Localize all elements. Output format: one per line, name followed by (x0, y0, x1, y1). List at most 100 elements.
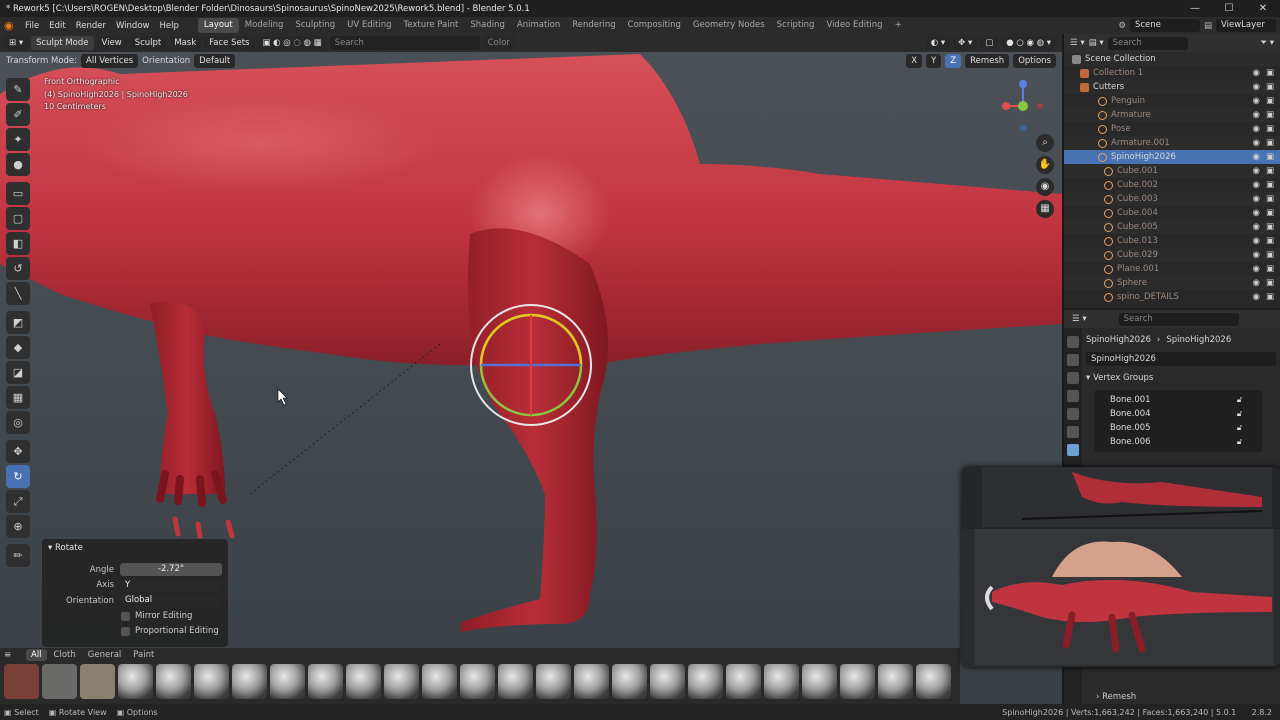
outliner-row[interactable]: Cube.001 ◉ ▣ (1064, 164, 1280, 178)
eye-icon[interactable]: ◉ (1253, 192, 1260, 206)
row-visibility-toggles[interactable]: ◉ ▣ (1253, 276, 1274, 290)
lock-icon[interactable]: 🔓︎ (1237, 407, 1242, 421)
orientation-select[interactable]: Default (194, 54, 236, 68)
grid-ortho-icon[interactable]: ▦ (1036, 200, 1054, 218)
eye-icon[interactable]: ◉ (1253, 178, 1260, 192)
camera-render-icon[interactable]: ▣ (1266, 122, 1274, 136)
brush-thumbnail[interactable] (422, 664, 457, 699)
outliner-row[interactable]: Penguin ◉ ▣ (1064, 94, 1280, 108)
shelf-tab-cloth[interactable]: Cloth (49, 649, 81, 661)
row-visibility-toggles[interactable]: ◉ ▣ (1253, 122, 1274, 136)
camera-render-icon[interactable]: ▣ (1266, 136, 1274, 150)
mask-icon[interactable]: ▭ (6, 182, 30, 205)
viewport-search[interactable]: Search (329, 36, 480, 50)
mesh-data-tab-icon[interactable] (1067, 444, 1079, 456)
eye-icon[interactable]: ◉ (1253, 234, 1260, 248)
brush-thumbnail[interactable] (384, 664, 419, 699)
options-button[interactable]: Options (1013, 54, 1056, 68)
annotate-tool-icon[interactable]: ✏ (6, 544, 30, 567)
eye-icon[interactable]: ◉ (1253, 248, 1260, 262)
brush-thumbnail[interactable] (80, 664, 115, 699)
maximize-button[interactable]: ☐ (1212, 0, 1246, 17)
vertex-group-item[interactable]: Bone.004 🔓︎ (1094, 407, 1262, 421)
transform-tool-icon[interactable]: ⊕ (6, 515, 30, 538)
menu-render[interactable]: Render (71, 21, 111, 31)
clay-brush-icon[interactable]: ✐ (6, 103, 30, 126)
brush-thumbnail[interactable] (688, 664, 723, 699)
outliner-filter-icon[interactable]: ▤ ▾ (1089, 38, 1104, 48)
output-tab-icon[interactable] (1067, 372, 1079, 384)
scene-collection-row[interactable]: Scene Collection (1064, 52, 1280, 66)
row-visibility-toggles[interactable]: ◉ ▣ (1253, 164, 1274, 178)
camera-render-icon[interactable]: ▣ (1266, 276, 1274, 290)
face-set-icon[interactable]: ◧ (6, 232, 30, 255)
gizmo-toggle[interactable]: ✥ ▾ (953, 36, 978, 50)
brush-thumbnail[interactable] (194, 664, 229, 699)
outliner-row[interactable]: Cube.029 ◉ ▣ (1064, 248, 1280, 262)
axis-y-toggle[interactable]: Y (926, 54, 942, 68)
redo-orientation-select[interactable]: Global (120, 594, 222, 607)
menu-help[interactable]: Help (154, 21, 183, 31)
camera-render-icon[interactable]: ▣ (1266, 94, 1274, 108)
close-button[interactable]: ✕ (1246, 0, 1280, 17)
mask-by-color-icon[interactable]: ◎ (6, 411, 30, 434)
view-layer-field[interactable]: ViewLayer (1216, 19, 1276, 32)
box-mask-icon[interactable]: ▢ (6, 207, 30, 230)
remesh-button[interactable]: Remesh (965, 54, 1010, 68)
outliner-row[interactable]: Armature ◉ ▣ (1064, 108, 1280, 122)
brush-thumbnail[interactable] (802, 664, 837, 699)
row-visibility-toggles[interactable]: ◉ ▣ (1253, 206, 1274, 220)
row-visibility-toggles[interactable]: ◉ ▣ (1253, 150, 1274, 164)
paint-brush-icon[interactable]: ● (6, 153, 30, 176)
menu-face-sets[interactable]: Face Sets (204, 36, 255, 50)
brush-thumbnail[interactable] (726, 664, 761, 699)
outliner-row[interactable]: Sphere ◉ ▣ (1064, 276, 1280, 290)
brush-thumbnail[interactable] (574, 664, 609, 699)
xray-toggle[interactable]: ▢ (980, 36, 999, 50)
outliner-row[interactable]: Cube.002 ◉ ▣ (1064, 178, 1280, 192)
menu-file[interactable]: File (20, 21, 44, 31)
eye-icon[interactable]: ◉ (1253, 276, 1260, 290)
angle-field[interactable]: -2.72° (120, 563, 222, 576)
row-visibility-toggles[interactable]: ◉ ▣ (1253, 192, 1274, 206)
3d-viewport[interactable]: ⊞ ▾ Sculpt Mode View Sculpt Mask Face Se… (0, 34, 1062, 704)
outliner-row[interactable]: Cutters ◉ ▣ (1064, 80, 1280, 94)
tool-tab-icon[interactable] (1067, 336, 1079, 348)
tab-rendering[interactable]: Rendering (566, 18, 621, 33)
zoom-icon[interactable]: ⌕ (1036, 134, 1054, 152)
brush-thumbnail[interactable] (118, 664, 153, 699)
outliner-row[interactable]: spino_DETAILS ◉ ▣ (1064, 290, 1280, 304)
transform-mode-select[interactable]: All Vertices (81, 54, 139, 68)
row-visibility-toggles[interactable]: ◉ ▣ (1253, 66, 1274, 80)
brush-thumbnail[interactable] (764, 664, 799, 699)
outliner-row[interactable]: SpinoHigh2026 ◉ ▣ (1064, 150, 1280, 164)
outliner-row[interactable]: Plane.001 ◉ ▣ (1064, 262, 1280, 276)
mirror-editing-checkbox[interactable]: Mirror Editing (121, 609, 222, 624)
menu-sculpt[interactable]: Sculpt (129, 36, 167, 50)
outliner-row[interactable]: Cube.005 ◉ ▣ (1064, 220, 1280, 234)
color-field[interactable]: Color (482, 36, 515, 50)
eye-icon[interactable]: ◉ (1253, 150, 1260, 164)
eye-icon[interactable]: ◉ (1253, 262, 1260, 276)
mesh-filter-icon[interactable]: ◩ (6, 311, 30, 334)
brush-thumbnail[interactable] (536, 664, 571, 699)
brush-thumbnail[interactable] (232, 664, 267, 699)
tab-modeling[interactable]: Modeling (239, 18, 290, 33)
scale-tool-icon[interactable]: ⤢ (6, 490, 30, 513)
row-visibility-toggles[interactable]: ◉ ▣ (1253, 94, 1274, 108)
outliner-row[interactable]: Cube.003 ◉ ▣ (1064, 192, 1280, 206)
row-visibility-toggles[interactable]: ◉ ▣ (1253, 234, 1274, 248)
menu-view[interactable]: View (96, 36, 127, 50)
shelf-tab-all[interactable]: All (26, 649, 47, 661)
camera-render-icon[interactable]: ▣ (1266, 108, 1274, 122)
eye-icon[interactable]: ◉ (1253, 122, 1260, 136)
vertex-group-item[interactable]: Bone.005 🔓︎ (1094, 421, 1262, 435)
editor-type-button[interactable]: ⊞ ▾ (4, 36, 29, 50)
overlay-toggle[interactable]: ◐ ▾ (925, 36, 951, 50)
move-tool-icon[interactable]: ✥ (6, 440, 30, 463)
camera-render-icon[interactable]: ▣ (1266, 220, 1274, 234)
outliner-funnel-icon[interactable]: ⏷ ▾ (1260, 38, 1274, 48)
axis-x-toggle[interactable]: X (906, 54, 923, 68)
camera-render-icon[interactable]: ▣ (1266, 192, 1274, 206)
vertex-group-item[interactable]: Bone.001 🔓︎ (1094, 393, 1262, 407)
